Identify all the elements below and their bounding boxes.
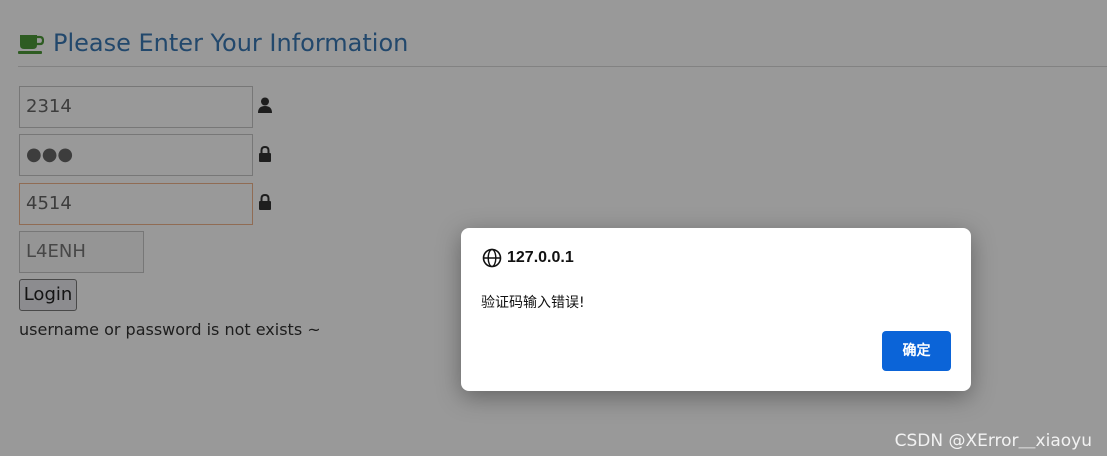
watermark: CSDN @XError＿xiaoyu [894,431,1092,451]
ok-button[interactable]: 确定 [882,331,951,371]
globe-icon [482,248,502,268]
dialog-message: 验证码输入错误! [481,295,585,311]
dialog-host: 127.0.0.1 [507,249,574,266]
alert-dialog: 127.0.0.1 验证码输入错误! 确定 [461,228,971,391]
